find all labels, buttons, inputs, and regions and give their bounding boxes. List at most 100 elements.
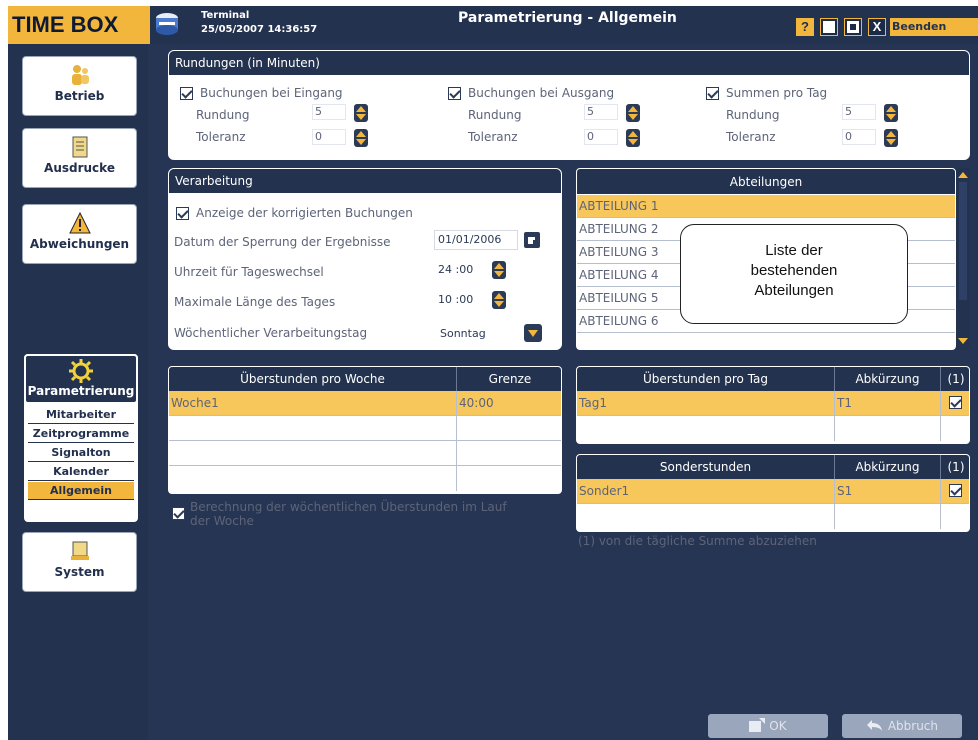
ausgang-toleranz-label: Toleranz — [468, 130, 518, 144]
sonder-col-header: Sonderstunden — [577, 455, 835, 479]
spinner-arrows-icon — [626, 104, 640, 122]
ausgang-checkbox[interactable] — [448, 87, 461, 100]
summen-toleranz-input[interactable]: 0 — [842, 129, 876, 145]
subnav-signalton[interactable]: Signalton — [28, 444, 134, 462]
woche-empty-cell[interactable] — [169, 416, 457, 441]
document-icon — [72, 136, 87, 158]
eingang-toleranz-input[interactable]: 0 — [312, 129, 346, 145]
nav-system-button[interactable]: System — [22, 532, 137, 592]
tag-flag-header: (1) — [941, 367, 969, 391]
summen-rundung-spinner[interactable] — [884, 104, 898, 122]
callout-line: Liste der — [765, 242, 823, 259]
tag-name-cell[interactable]: Tag1 — [577, 391, 835, 416]
eingang-checkbox[interactable] — [180, 87, 193, 100]
sonder-flag-cell[interactable] — [941, 479, 969, 504]
nav-abweichungen-button[interactable]: Abweichungen — [22, 204, 137, 264]
tag-abkuerzung-header: Abkürzung — [835, 367, 941, 391]
callout-line: bestehenden — [750, 262, 838, 279]
ok-button[interactable]: OK — [708, 714, 828, 738]
sperrung-date-input[interactable]: 01/01/2006 — [434, 230, 518, 250]
woche-empty-cell[interactable] — [457, 466, 561, 491]
close-button[interactable]: X — [868, 18, 886, 36]
laenge-spinner[interactable] — [492, 291, 506, 309]
sonder-flag-checkbox[interactable] — [949, 484, 962, 497]
sonder-table: Sonderstunden Abkürzung (1) Sonder1 S1 — [576, 454, 970, 532]
laenge-input[interactable]: 10 :00 — [434, 290, 488, 310]
sonder-name-cell[interactable]: Sonder1 — [577, 479, 835, 504]
warning-icon — [68, 211, 91, 234]
korrigierte-buchungen-label: Anzeige der korrigierten Buchungen — [196, 206, 413, 220]
ausgang-rundung-label: Rundung — [468, 108, 522, 122]
tag-empty-cell[interactable] — [941, 416, 969, 441]
rundungen-title: Rundungen (in Minuten) — [169, 51, 969, 75]
verarbeitungstag-select[interactable]: Sonntag — [436, 324, 516, 344]
eingang-rundung-spinner[interactable] — [354, 104, 368, 122]
sonder-abkuerzung-header: Abkürzung — [835, 455, 941, 479]
summen-checkbox[interactable] — [706, 87, 719, 100]
subnav-zeitprogramme[interactable]: Zeitprogramme — [28, 425, 134, 443]
verarbeitung-title: Verarbeitung — [169, 169, 561, 193]
woche-empty-cell[interactable] — [457, 441, 561, 466]
sonder-empty-cell[interactable] — [835, 504, 941, 529]
woche-empty-cell[interactable] — [169, 441, 457, 466]
woche-empty-cell[interactable] — [169, 466, 457, 491]
eingang-check-label: Buchungen bei Eingang — [200, 86, 343, 100]
nav-ausdrucke-button[interactable]: Ausdrucke — [22, 128, 137, 188]
woechentliche-berechnung-checkbox[interactable] — [172, 507, 185, 520]
calendar-button[interactable] — [524, 232, 540, 248]
spinner-arrows-icon — [354, 104, 368, 122]
chevron-down-icon — [524, 324, 542, 342]
system-icon — [70, 541, 89, 560]
minimize-button[interactable] — [820, 18, 838, 36]
minimize-icon — [823, 21, 835, 33]
abteilungen-scrollbar[interactable] — [956, 168, 970, 350]
verarbeitungstag-dropdown-button[interactable] — [524, 324, 542, 342]
nav-abweichungen-label: Abweichungen — [29, 237, 130, 251]
subnav-mitarbeiter[interactable]: Mitarbeiter — [28, 406, 134, 424]
tag-abkuerzung-cell[interactable]: T1 — [835, 391, 941, 416]
subnav-kalender[interactable]: Kalender — [28, 463, 134, 481]
ausgang-rundung-spinner[interactable] — [626, 104, 640, 122]
ok-label: OK — [769, 719, 787, 733]
sonder-flag-header: (1) — [941, 455, 969, 479]
sperrung-label: Datum der Sperrung der Ergebnisse — [174, 235, 391, 249]
woche-name-cell[interactable]: Woche1 — [169, 391, 457, 416]
tageswechsel-input[interactable]: 24 :00 — [434, 260, 488, 280]
tag-empty-cell[interactable] — [577, 416, 835, 441]
ausgang-rundung-input[interactable]: 5 — [584, 104, 618, 120]
sonder-empty-cell[interactable] — [577, 504, 835, 529]
gear-icon — [69, 359, 93, 383]
woche-empty-cell[interactable] — [457, 416, 561, 441]
subnav-allgemein[interactable]: Allgemein — [28, 482, 134, 500]
nav-betrieb-label: Betrieb — [54, 89, 105, 103]
tageswechsel-spinner[interactable] — [492, 261, 506, 279]
sonder-empty-cell[interactable] — [941, 504, 969, 529]
woechentliche-berechnung-label: Berechnung der wöchentlichen Überstunden… — [190, 500, 507, 514]
eingang-rundung-input[interactable]: 5 — [312, 104, 346, 120]
tag-flag-checkbox[interactable] — [949, 396, 962, 409]
main-area: Rundungen (in Minuten) Buchungen bei Ein… — [148, 44, 978, 740]
nav-system-label: System — [54, 565, 105, 579]
maximize-button[interactable] — [844, 18, 862, 36]
tag-col-header: Überstunden pro Tag — [577, 367, 835, 391]
sonder-abkuerzung-cell[interactable]: S1 — [835, 479, 941, 504]
tag-flag-cell[interactable] — [941, 391, 969, 416]
exit-button[interactable]: Beenden — [890, 18, 978, 36]
abteilung-row[interactable]: ABTEILUNG 1 — [577, 195, 955, 218]
spinner-arrows-icon — [354, 129, 368, 147]
tag-empty-cell[interactable] — [835, 416, 941, 441]
nav-betrieb-button[interactable]: Betrieb — [22, 56, 137, 116]
korrigierte-buchungen-checkbox[interactable] — [176, 207, 189, 220]
ausgang-toleranz-spinner[interactable] — [626, 129, 640, 147]
ausgang-toleranz-input[interactable]: 0 — [584, 129, 618, 145]
nav-parametrierung-button[interactable]: Parametrierung — [24, 354, 138, 404]
summen-rundung-input[interactable]: 5 — [842, 104, 876, 120]
window-title: Parametrierung - Allgemein — [458, 10, 677, 26]
tageswechsel-label: Uhrzeit für Tageswechsel — [174, 265, 324, 279]
summen-toleranz-spinner[interactable] — [884, 129, 898, 147]
woche-grenze-cell[interactable]: 40:00 — [457, 391, 561, 416]
abbruch-button[interactable]: Abbruch — [842, 714, 962, 738]
tag-table: Überstunden pro Tag Abkürzung (1) Tag1 T… — [576, 366, 970, 444]
help-button[interactable]: ? — [796, 18, 814, 36]
eingang-toleranz-spinner[interactable] — [354, 129, 368, 147]
